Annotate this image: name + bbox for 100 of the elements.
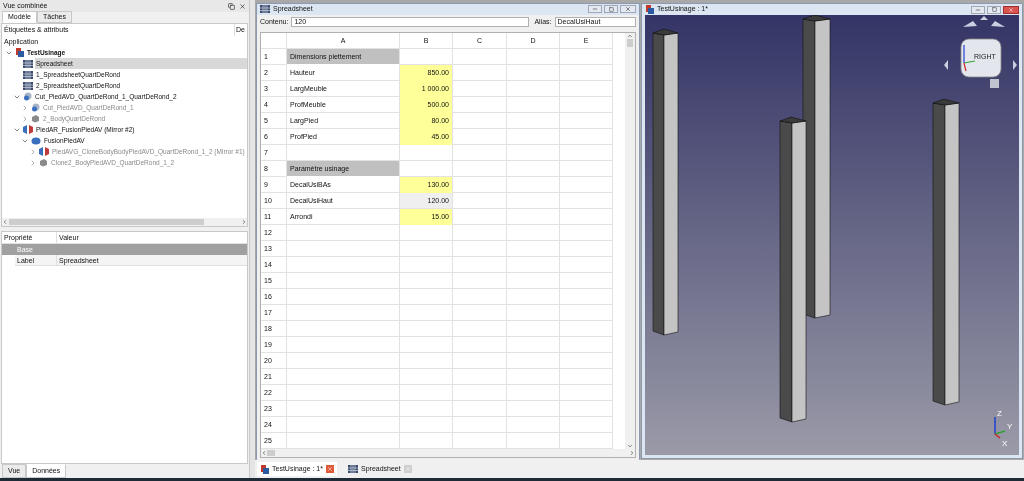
table-cell	[560, 128, 613, 145]
table-cell	[560, 352, 613, 369]
spreadsheet-icon	[260, 5, 270, 14]
table-cell	[560, 208, 613, 225]
table-cell	[453, 400, 507, 417]
table-cell	[453, 352, 507, 369]
table-cell	[453, 272, 507, 289]
close-icon	[625, 6, 631, 13]
table-cell	[400, 48, 453, 65]
restore-button[interactable]	[604, 5, 618, 14]
table-cell	[507, 240, 560, 257]
table-cell	[453, 224, 507, 241]
table-cell	[560, 336, 613, 353]
table-cell	[507, 256, 560, 273]
float-icon[interactable]	[228, 2, 235, 10]
table-cell	[507, 336, 560, 353]
table-cell	[560, 320, 613, 337]
table-cell	[507, 192, 560, 209]
table-cell	[453, 96, 507, 113]
mirror-icon	[23, 125, 33, 134]
table-cell	[453, 80, 507, 97]
table-cell	[507, 288, 560, 305]
table-cell	[453, 48, 507, 65]
table-cell	[453, 176, 507, 193]
table-cell	[560, 48, 613, 65]
document-icon	[260, 464, 269, 474]
table-cell	[560, 256, 613, 273]
table-cell	[560, 192, 613, 209]
table-cell	[507, 352, 560, 369]
axis-triad	[994, 416, 1006, 439]
solid-icon	[39, 158, 48, 167]
minimize-button[interactable]	[971, 5, 985, 14]
table-cell	[400, 384, 453, 401]
table-cell	[560, 80, 613, 97]
table-cell	[453, 112, 507, 129]
horizontal-scrollbar[interactable]	[261, 448, 635, 457]
navigation-cube[interactable]	[944, 16, 1017, 88]
scroll-up-icon[interactable]	[627, 32, 633, 39]
table-cell	[507, 160, 560, 177]
close-icon[interactable]	[326, 465, 334, 473]
table-cell	[453, 432, 507, 449]
table-cell	[560, 288, 613, 305]
table-cell	[507, 176, 560, 193]
table-cell	[507, 400, 560, 417]
vertical-scrollbar[interactable]	[625, 32, 635, 449]
minimize-button[interactable]	[588, 5, 602, 14]
axis-label: Z	[997, 409, 1002, 418]
table-cell	[507, 304, 560, 321]
scroll-thumb[interactable]	[627, 38, 633, 47]
axis-label: X	[1002, 439, 1008, 448]
table-cell	[560, 368, 613, 385]
table-cell	[507, 432, 560, 449]
table-cell	[453, 128, 507, 145]
mirror-icon	[39, 147, 49, 156]
restore-icon	[608, 6, 614, 12]
table-cell	[453, 288, 507, 305]
table-cell	[560, 272, 613, 289]
table-cell	[507, 272, 560, 289]
table-cell	[400, 320, 453, 337]
table-cell	[453, 192, 507, 209]
table-cell	[453, 336, 507, 353]
scroll-left-icon[interactable]	[2, 219, 8, 225]
restore-button[interactable]	[987, 5, 1001, 14]
table-cell	[560, 176, 613, 193]
table-cell	[560, 160, 613, 177]
table-cell	[400, 432, 453, 449]
table-cell	[400, 400, 453, 417]
scroll-right-icon[interactable]	[241, 219, 247, 225]
table-cell	[400, 416, 453, 433]
table-cell	[560, 416, 613, 433]
table-cell	[507, 208, 560, 225]
table-cell	[507, 368, 560, 385]
horizontal-scrollbar[interactable]	[2, 218, 247, 226]
table-cell	[560, 304, 613, 321]
table-cell	[507, 144, 560, 161]
scroll-thumb[interactable]	[9, 219, 204, 225]
scroll-right-icon[interactable]	[629, 449, 635, 456]
minimize-icon	[975, 6, 981, 13]
close-icon[interactable]	[239, 2, 246, 10]
table-cell	[453, 240, 507, 257]
solid-icon	[31, 114, 40, 123]
table-cell	[400, 272, 453, 289]
table-cell	[400, 288, 453, 305]
close-button[interactable]	[1003, 5, 1019, 14]
table-cell	[453, 160, 507, 177]
close-button[interactable]	[620, 5, 636, 14]
table-cell	[507, 416, 560, 433]
document-icon	[645, 5, 654, 14]
table-cell	[507, 384, 560, 401]
table-cell	[453, 144, 507, 161]
table-cell	[453, 256, 507, 273]
solid-icon	[31, 136, 41, 145]
scroll-left-icon[interactable]	[261, 449, 267, 456]
table-cell	[507, 112, 560, 129]
table-cell	[507, 128, 560, 145]
table-cell	[400, 368, 453, 385]
table-cell	[560, 144, 613, 161]
scroll-thumb[interactable]	[267, 449, 275, 456]
scroll-down-icon[interactable]	[627, 442, 633, 449]
corner-cell[interactable]	[261, 32, 287, 49]
